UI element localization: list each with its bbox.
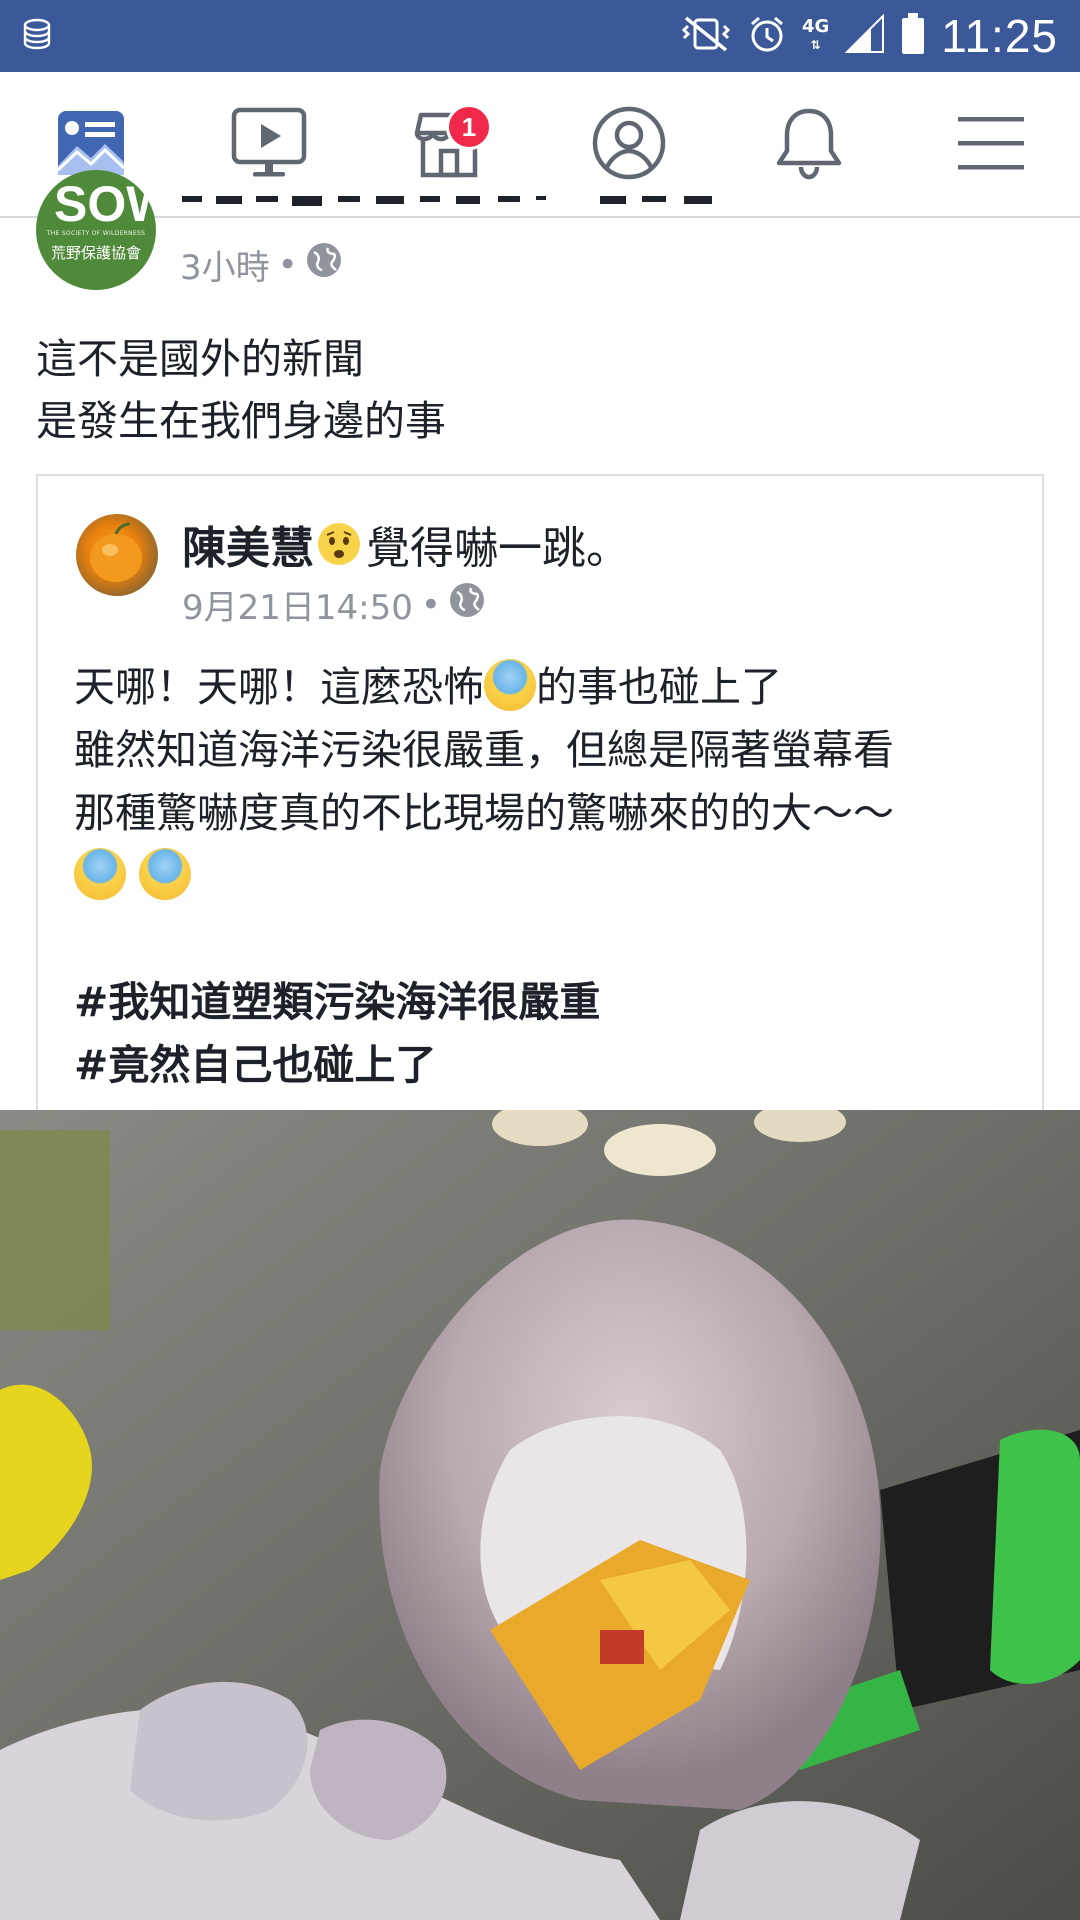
clock: 11:25	[941, 10, 1058, 62]
logo-name: 荒野保護協會	[50, 244, 141, 262]
post-meta: 3小時 •	[180, 240, 342, 289]
notification-badge: 1	[446, 104, 492, 150]
profile-icon	[591, 105, 667, 185]
network-type: 4G ⇅	[801, 16, 830, 53]
hashtag-link[interactable]: #竟然自己也碰上了	[74, 1034, 1024, 1097]
scream-emoji-icon	[484, 659, 536, 711]
post-text-line: 這不是國外的新聞	[36, 335, 364, 383]
scream-emoji-icon	[74, 848, 126, 900]
video-play-icon	[231, 106, 307, 184]
shared-feeling: 覺得嚇一跳。	[366, 523, 630, 574]
post-text: 這不是國外的新聞 是發生在我們身邊的事	[36, 328, 1046, 452]
body-text: 天哪！天哪！這麼恐怖	[74, 663, 484, 711]
tab-notifications[interactable]	[764, 100, 854, 190]
storage-icon	[20, 18, 54, 54]
tab-watch[interactable]	[224, 100, 314, 190]
post-text-line: 是發生在我們身邊的事	[36, 397, 446, 445]
shared-author-avatar[interactable]	[76, 514, 158, 596]
surprised-emoji-icon	[318, 523, 360, 565]
page-avatar[interactable]: SOW THE SOCIETY OF WILDERNESS 荒野保護協會	[36, 170, 156, 290]
globe-icon	[306, 242, 342, 287]
post-author-name-cut[interactable]	[180, 196, 820, 218]
logo-mark: SOW	[54, 176, 156, 232]
globe-icon	[449, 582, 485, 627]
battery-icon	[901, 13, 925, 59]
logo-subtitle: THE SOCIETY OF WILDERNESS	[46, 230, 146, 237]
meta-separator: •	[277, 244, 298, 285]
body-line-4	[74, 845, 1024, 908]
tab-menu[interactable]	[946, 100, 1036, 190]
body-text: 的事也碰上了	[536, 663, 782, 711]
post-time[interactable]: 3小時	[180, 240, 270, 289]
signal-icon	[844, 13, 885, 58]
vibrate-mute-icon	[680, 14, 732, 58]
shared-meta: 9月21日14:50 •	[182, 580, 485, 629]
status-bar: 4G ⇅ 11:25	[0, 0, 1080, 72]
tab-profile[interactable]	[584, 100, 674, 190]
body-line-3: 那種驚嚇度真的不比現場的驚嚇來的的大～～	[74, 789, 894, 837]
hamburger-menu-icon	[958, 115, 1024, 175]
meta-separator: •	[420, 584, 441, 625]
post-photo[interactable]	[0, 1110, 1080, 1920]
scream-emoji-icon	[139, 848, 192, 900]
shared-author-name[interactable]: 陳美慧	[182, 512, 314, 576]
bell-icon	[774, 105, 844, 185]
body-line-1: 天哪！天哪！這麼恐怖 的事也碰上了	[74, 656, 1024, 719]
shared-author-line: 陳美慧 覺得嚇一跳。	[182, 512, 630, 576]
hashtag-link[interactable]: #我知道塑類污染海洋很嚴重	[74, 971, 1024, 1034]
alarm-icon	[748, 14, 786, 58]
shared-time[interactable]: 9月21日14:50	[182, 580, 413, 629]
body-line-2: 雖然知道海洋污染很嚴重，但總是隔著螢幕看	[74, 726, 894, 774]
shared-post-body: 天哪！天哪！這麼恐怖 的事也碰上了 雖然知道海洋污染很嚴重，但總是隔著螢幕看 那種…	[74, 656, 1024, 1097]
tab-marketplace[interactable]: 1	[404, 100, 494, 190]
